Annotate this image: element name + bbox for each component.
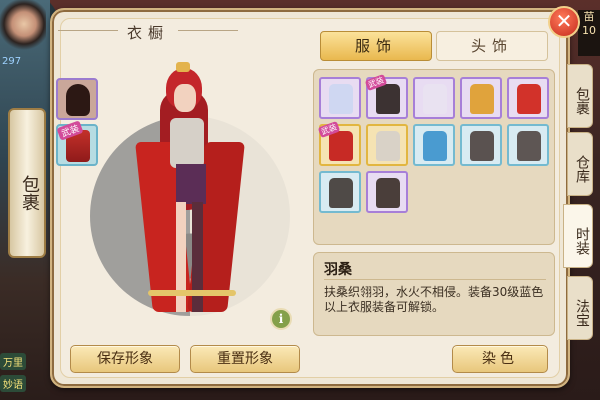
character-preview[interactable] [130,60,250,330]
char-skirt [176,164,206,204]
outfit-thumbnail [470,131,494,161]
outfit-slot[interactable]: 武装 [317,120,361,166]
reset-appearance-button[interactable]: 重置形象 [190,345,300,373]
side-tab-treasure[interactable]: 法宝 [567,276,593,340]
outfit-slot[interactable]: 武装 [364,73,408,119]
outfit-slot[interactable] [319,171,361,213]
char-crown [176,62,190,72]
outfit-thumbnail [470,84,494,114]
player-level: 297 [2,56,22,67]
item-description-panel: 羽桑 扶桑织翎羽，水火不相侵。装备30级蓝色以上衣服装备可解锁。 [313,252,555,336]
outfit-slot[interactable] [460,124,502,166]
equipped-hair-slot[interactable] [56,78,98,120]
outfit-thumbnail [329,84,353,114]
item-description: 扶桑织翎羽，水火不相侵。装备30级蓝色以上衣服装备可解锁。 [324,285,544,314]
tab-clothing[interactable]: 服饰 [320,31,432,61]
info-icon[interactable]: i [270,308,292,330]
title-divider-left [58,30,118,31]
hud-label-1: 万里 [0,353,26,370]
outfit-grid: 武装 武装 [313,69,555,245]
char-face [174,84,196,112]
outfit-thumbnail [329,178,353,208]
page-title: 衣橱 [126,24,169,42]
outfit-slot[interactable] [507,77,549,119]
hud-right-char: 苗 [583,10,595,23]
item-name: 羽桑 [324,262,352,278]
outfit-thumbnail [517,131,541,161]
char-torso [170,118,204,168]
outfit-thumbnail [423,131,447,161]
close-icon[interactable]: ✕ [548,6,580,38]
scroll-tab-bag[interactable]: 包裹 [8,108,46,258]
hud-right-top: 苗 10 [578,10,600,56]
outfit-thumbnail [517,84,541,114]
desc-divider [324,279,546,280]
outfit-slot[interactable] [413,77,455,119]
scroll-tab-label: 包裹 [19,175,40,211]
outfit-slot[interactable] [366,171,408,213]
hud-right-number: 10 [582,24,596,37]
outfit-slot[interactable] [460,77,502,119]
side-tab-storage[interactable]: 仓库 [567,132,593,196]
side-tab-fashion[interactable]: 时装 [563,204,593,268]
title-divider-right [178,30,238,31]
outfit-slot[interactable] [507,124,549,166]
char-trim [148,290,236,296]
outfit-slot[interactable] [413,124,455,166]
side-tab-bag[interactable]: 包裹 [567,64,593,128]
outfit-thumbnail [376,178,400,208]
outfit-thumbnail [423,84,447,114]
tab-headwear[interactable]: 头饰 [436,31,548,61]
save-appearance-button[interactable]: 保存形象 [70,345,180,373]
dye-button[interactable]: 染色 [452,345,548,373]
outfit-thumbnail [376,84,400,114]
outfit-thumbnail [376,131,400,161]
hud-label-2: 妙语 [0,375,26,392]
outfit-slot[interactable] [366,124,408,166]
outfit-thumbnail [329,131,353,161]
outfit-slot[interactable] [319,77,361,119]
